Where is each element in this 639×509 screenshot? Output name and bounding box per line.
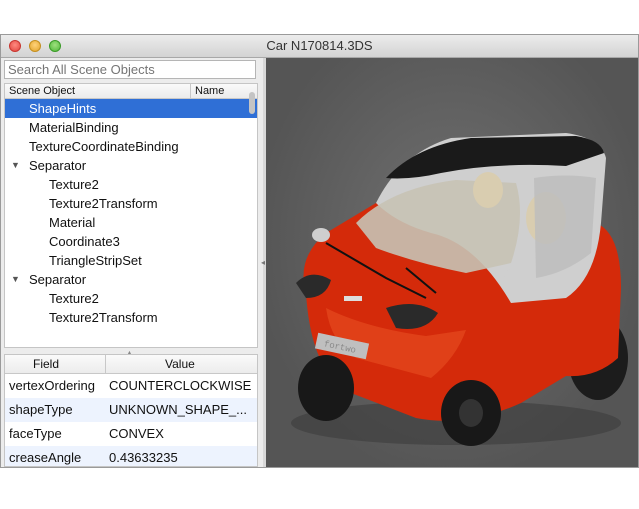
3d-viewport[interactable]: fortwo [266,58,638,467]
minimize-window-button[interactable] [29,40,41,52]
tree-row-label: TextureCoordinateBinding [29,139,179,154]
scene-tree-header: Scene Object Name [5,84,257,99]
tree-row-label: Texture2Transform [49,196,158,211]
seat [473,172,503,208]
tree-row-label: Separator [29,272,87,287]
properties-table: Field Value vertexOrdering COUNTERCLOCKW… [4,354,258,467]
tree-row[interactable]: ▼ Separator [5,156,257,175]
property-row[interactable]: faceType CONVEX [5,422,257,446]
mirror [504,269,524,283]
tree-row[interactable]: TriangleStripSet [5,251,257,270]
column-header-scene-object[interactable]: Scene Object [9,84,75,98]
scene-tree-rows: ShapeHints MaterialBinding TextureCoordi… [5,99,257,327]
search-input[interactable] [4,60,256,79]
tree-row[interactable]: Texture2Transform [5,194,257,213]
tree-row[interactable]: Texture2 [5,289,257,308]
property-value[interactable]: UNKNOWN_SHAPE_... [109,398,255,422]
title-bar[interactable]: Car N170814.3DS [1,35,638,58]
tree-row-label: TriangleStripSet [49,253,142,268]
property-value[interactable]: 0.43633235 [109,446,255,466]
tree-row[interactable]: Material [5,213,257,232]
disclosure-triangle-icon[interactable]: ▼ [11,270,20,289]
tree-row[interactable]: ▼ Separator [5,270,257,289]
tree-row[interactable]: ShapeHints [5,99,257,118]
column-divider[interactable] [190,84,191,98]
scene-tree[interactable]: Scene Object Name ShapeHints MaterialBin… [4,83,258,348]
tree-row-label: MaterialBinding [29,120,119,135]
property-row[interactable]: vertexOrdering COUNTERCLOCKWISE [5,374,257,398]
tree-row-label: Coordinate3 [49,234,120,249]
tree-scrollbar-thumb[interactable] [249,92,255,114]
property-row[interactable]: shapeType UNKNOWN_SHAPE_... [5,398,257,422]
close-window-button[interactable] [9,40,21,52]
disclosure-triangle-icon[interactable]: ▼ [11,156,20,175]
column-header-name[interactable]: Name [195,84,224,98]
badge [344,296,362,301]
tree-row[interactable]: TextureCoordinateBinding [5,137,257,156]
hubcap [459,399,483,427]
zoom-window-button[interactable] [49,40,61,52]
property-value[interactable]: COUNTERCLOCKWISE [109,374,255,398]
tree-row-label: Separator [29,158,87,173]
tree-row[interactable]: Coordinate3 [5,232,257,251]
tree-row-label: Texture2 [49,291,99,306]
tree-row-label: Texture2Transform [49,310,158,325]
mirror [312,228,330,242]
property-field: shapeType [9,402,73,417]
property-row[interactable]: creaseAngle 0.43633235 [5,446,257,466]
column-header-value[interactable]: Value [165,355,195,373]
tree-row[interactable]: Texture2 [5,175,257,194]
column-header-field[interactable]: Field [33,355,59,373]
app-window: Car N170814.3DS Scene Object Name ShapeH… [0,34,639,468]
car-model: fortwo [291,133,628,446]
splitter-grip-icon: ◂ [261,258,266,267]
tree-row-label: Texture2 [49,177,99,192]
tree-row[interactable]: MaterialBinding [5,118,257,137]
properties-header: Field Value [5,355,257,374]
column-divider[interactable] [105,355,106,373]
property-value[interactable]: CONVEX [109,422,255,446]
tree-row-label: Material [49,215,96,230]
front-wheel [298,355,354,421]
property-field: vertexOrdering [9,378,95,393]
window-title: Car N170814.3DS [266,38,373,53]
property-field: creaseAngle [9,450,82,465]
tree-row-label: ShapeHints [29,101,97,116]
left-panel: Scene Object Name ShapeHints MaterialBin… [1,58,263,467]
tree-row[interactable]: Texture2Transform [5,308,257,327]
property-field: faceType [9,426,62,441]
